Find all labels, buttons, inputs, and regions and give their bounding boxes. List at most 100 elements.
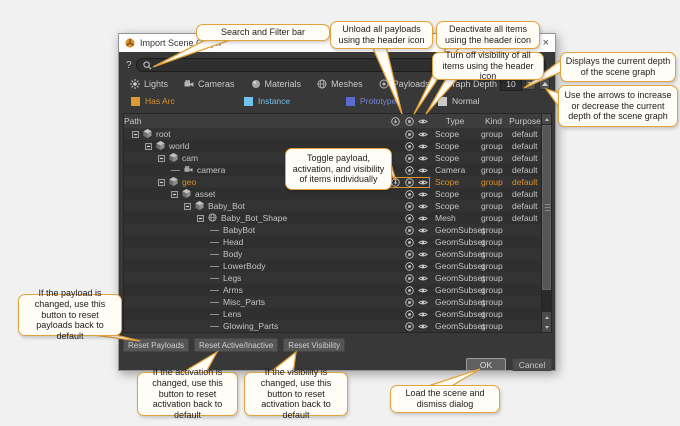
ok-button[interactable]: OK bbox=[466, 358, 506, 371]
filter-cameras[interactable]: Cameras bbox=[184, 79, 235, 89]
table-scrollbar[interactable] bbox=[541, 114, 551, 332]
filter-lights[interactable]: Lights bbox=[130, 79, 168, 89]
toggle-cell bbox=[388, 297, 432, 308]
collapse-toggle[interactable] bbox=[171, 191, 178, 198]
reset-payloads-button[interactable]: Reset Payloads bbox=[123, 338, 189, 352]
prim-name: Legs bbox=[223, 273, 241, 283]
activation-toggle-icon[interactable] bbox=[402, 213, 416, 224]
visibility-toggle-icon[interactable] bbox=[416, 189, 430, 200]
activation-toggle-icon[interactable] bbox=[402, 201, 416, 212]
header-toggle-icons bbox=[388, 116, 432, 127]
collapse-toggle[interactable] bbox=[184, 203, 191, 210]
table-row[interactable]: LegsGeomSubsetgroup bbox=[124, 272, 541, 284]
table-row[interactable]: Baby_BotScopegroupdefault bbox=[124, 200, 541, 212]
toggle-cell bbox=[388, 153, 432, 164]
activation-toggle-icon[interactable] bbox=[402, 321, 416, 332]
deactivate-header-icon[interactable] bbox=[402, 116, 416, 127]
table-row[interactable]: ArmsGeomSubsetgroup bbox=[124, 284, 541, 296]
activation-toggle-icon[interactable] bbox=[402, 261, 416, 272]
toggle-cell bbox=[388, 165, 432, 176]
activation-toggle-icon[interactable] bbox=[402, 225, 416, 236]
kind-cell: group bbox=[478, 213, 509, 223]
scroll-up2-icon[interactable] bbox=[542, 312, 551, 322]
type-cell: GeomSubset bbox=[432, 321, 478, 331]
activation-toggle-icon[interactable] bbox=[402, 285, 416, 296]
table-row[interactable]: LowerBodyGeomSubsetgroup bbox=[124, 260, 541, 272]
prim-name: Baby_Bot bbox=[208, 201, 245, 211]
visibility-toggle-icon[interactable] bbox=[416, 165, 430, 176]
payload-slot-empty bbox=[388, 261, 402, 272]
collapse-toggle[interactable] bbox=[132, 131, 139, 138]
app-icon bbox=[125, 38, 135, 48]
filter-payloads[interactable]: Payloads bbox=[379, 79, 430, 89]
prim-name: Misc_Parts bbox=[223, 297, 265, 307]
scroll-up-icon[interactable] bbox=[542, 114, 551, 124]
toggle-cell bbox=[388, 309, 432, 320]
visibility-toggle-icon[interactable] bbox=[416, 273, 430, 284]
activation-toggle-icon[interactable] bbox=[402, 141, 416, 152]
table-row[interactable]: Misc_PartsGeomSubsetgroup bbox=[124, 296, 541, 308]
activation-toggle-icon[interactable] bbox=[402, 249, 416, 260]
activation-toggle-icon[interactable] bbox=[402, 177, 416, 188]
payload-slot-empty bbox=[388, 225, 402, 236]
filter-label: Payloads bbox=[393, 79, 430, 89]
activation-toggle-icon[interactable] bbox=[402, 297, 416, 308]
payload-header-icon[interactable] bbox=[388, 116, 402, 127]
visibility-toggle-icon[interactable] bbox=[416, 237, 430, 248]
activation-toggle-icon[interactable] bbox=[402, 273, 416, 284]
activation-toggle-icon[interactable] bbox=[402, 129, 416, 140]
path-cell: Lens bbox=[124, 309, 388, 319]
collapse-toggle[interactable] bbox=[158, 179, 165, 186]
kind-cell: group bbox=[478, 129, 509, 139]
scrollbar-thumb[interactable] bbox=[542, 125, 551, 290]
visibility-toggle-icon[interactable] bbox=[416, 321, 430, 332]
visibility-toggle-icon[interactable] bbox=[416, 177, 430, 188]
column-purpose[interactable]: Purpose bbox=[509, 116, 541, 126]
visibility-toggle-icon[interactable] bbox=[416, 213, 430, 224]
visibility-toggle-icon[interactable] bbox=[416, 309, 430, 320]
collapse-toggle[interactable] bbox=[197, 215, 204, 222]
activation-toggle-icon[interactable] bbox=[402, 165, 416, 176]
table-row[interactable]: Baby_Bot_ShapeMeshgroupdefault bbox=[124, 212, 541, 224]
visibility-toggle-icon[interactable] bbox=[416, 285, 430, 296]
visibility-toggle-icon[interactable] bbox=[416, 141, 430, 152]
close-icon[interactable]: × bbox=[543, 38, 549, 49]
table-row[interactable]: HeadGeomSubsetgroup bbox=[124, 236, 541, 248]
screenshot-canvas: Import Scene Graph × ? LightsCamerasMate… bbox=[0, 0, 680, 426]
scroll-down-icon[interactable] bbox=[542, 322, 551, 332]
collapse-toggle[interactable] bbox=[158, 155, 165, 162]
reset-active-inactive-button[interactable]: Reset Active/Inactive bbox=[194, 338, 278, 352]
visibility-toggle-icon[interactable] bbox=[416, 249, 430, 260]
table-row[interactable]: BabyBotGeomSubsetgroup bbox=[124, 224, 541, 236]
column-type[interactable]: Type bbox=[432, 116, 478, 126]
table-row[interactable]: rootScopegroupdefault bbox=[124, 128, 541, 140]
visibility-toggle-icon[interactable] bbox=[416, 297, 430, 308]
column-path[interactable]: Path bbox=[124, 116, 388, 126]
table-row[interactable]: BodyGeomSubsetgroup bbox=[124, 248, 541, 260]
activation-toggle-icon[interactable] bbox=[402, 237, 416, 248]
visibility-toggle-icon[interactable] bbox=[416, 261, 430, 272]
prim-name: Lens bbox=[223, 309, 241, 319]
reset-visibility-button[interactable]: Reset Visibility bbox=[283, 338, 345, 352]
activation-toggle-icon[interactable] bbox=[402, 309, 416, 320]
activation-toggle-icon[interactable] bbox=[402, 189, 416, 200]
visibility-toggle-icon[interactable] bbox=[416, 129, 430, 140]
path-cell: Legs bbox=[124, 273, 388, 283]
column-kind[interactable]: Kind bbox=[478, 116, 509, 126]
type-cell: Scope bbox=[432, 201, 478, 211]
cancel-button[interactable]: Cancel bbox=[512, 358, 552, 371]
filter-materials[interactable]: Materials bbox=[251, 79, 302, 89]
help-button[interactable]: ? bbox=[126, 60, 132, 71]
visibility-toggle-icon[interactable] bbox=[416, 201, 430, 212]
tree-branch-line bbox=[210, 266, 219, 267]
collapse-toggle[interactable] bbox=[145, 143, 152, 150]
depth-increase-button[interactable] bbox=[539, 78, 550, 90]
table-row[interactable]: LensGeomSubsetgroup bbox=[124, 308, 541, 320]
type-cell: GeomSubset bbox=[432, 261, 478, 271]
activation-toggle-icon[interactable] bbox=[402, 153, 416, 164]
visibility-toggle-icon[interactable] bbox=[416, 225, 430, 236]
table-row[interactable]: Glowing_PartsGeomSubsetgroup bbox=[124, 320, 541, 332]
visibility-toggle-icon[interactable] bbox=[416, 153, 430, 164]
filter-meshes[interactable]: Meshes bbox=[317, 79, 363, 89]
visibility-header-icon[interactable] bbox=[416, 116, 430, 127]
